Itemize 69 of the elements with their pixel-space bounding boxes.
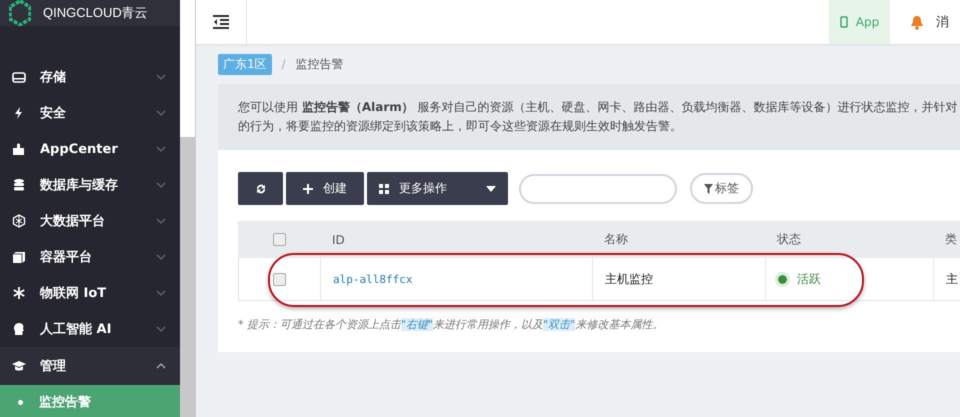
sidebar-item[interactable]: 物联网 IoT [0, 275, 180, 311]
bullet-icon [18, 400, 23, 404]
column-header: 名称 [604, 231, 628, 248]
sidebar-item[interactable]: AppCenter [0, 131, 180, 167]
refresh-button[interactable] [238, 172, 283, 205]
refresh-icon [254, 182, 266, 194]
select-all-checkbox[interactable] [272, 233, 286, 246]
search-field[interactable] [519, 174, 677, 204]
notifications-button[interactable]: 消 [890, 0, 960, 44]
scrollbar[interactable] [180, 0, 196, 417]
sidebar-item[interactable]: 人工智能 AI [0, 311, 180, 347]
drive-icon [12, 70, 26, 84]
filter-icon [704, 184, 713, 194]
breadcrumb-current: 监控告警 [296, 56, 344, 72]
sidebar-item[interactable]: 安全 [0, 95, 180, 131]
sidebar-item[interactable]: 管理 [0, 347, 180, 385]
sidebar-label: 人工智能 AI [40, 321, 112, 338]
box-icon [12, 250, 26, 264]
head-icon [12, 322, 26, 336]
hint-text: * 提示：可通过在各个资源上点击"右键"来进行常用操作，以及"双击"来修改基本属性。 [238, 317, 664, 332]
chevron-down-icon [156, 254, 166, 260]
sidebar-label: 存储 [40, 69, 67, 86]
row-checkbox[interactable] [273, 272, 286, 286]
scroll-thumb[interactable] [180, 137, 195, 417]
id-link[interactable]: alp-all8ffcx [333, 272, 412, 286]
sidebar-label: 容器平台 [40, 248, 93, 266]
sidebar-label: 数据库与缓存 [40, 176, 119, 194]
hexagon-icon [12, 214, 26, 228]
chevron-down-icon [156, 110, 166, 116]
menu-icon [212, 15, 230, 29]
brand-name: QINGCLOUD青云 [43, 4, 148, 22]
sidebar-item[interactable]: 大数据平台 [0, 203, 180, 239]
bell-icon [910, 14, 924, 30]
puzzle-icon [12, 142, 26, 156]
sidebar-item[interactable]: 数据库与缓存 [0, 167, 180, 203]
breadcrumb-separator: / [282, 57, 286, 71]
table-cell: 主机监控 [605, 270, 653, 288]
sidebar-item[interactable]: 存储 [0, 59, 180, 95]
caret-icon [486, 186, 496, 192]
notifications-label: 消 [936, 14, 949, 31]
logo-icon [9, 0, 31, 26]
status-text: 活跃 [797, 270, 821, 288]
graduation-cap-icon [12, 359, 26, 373]
sidebar-item[interactable]: 容器平台 [0, 239, 180, 275]
sidebar-label: 物联网 IoT [40, 285, 108, 302]
sidebar-label: AppCenter [40, 142, 119, 156]
chevron-down-icon [156, 290, 166, 296]
sidebar-label: 安全 [40, 104, 67, 122]
sidebar-label: 大数据平台 [40, 213, 106, 230]
column-header: 状态 [777, 231, 801, 248]
grid-icon [379, 184, 389, 194]
column-header: 类 [945, 231, 957, 248]
chevron-down-icon [156, 326, 166, 332]
database-icon [12, 178, 26, 192]
chevron-down-icon [156, 218, 166, 224]
snowflake-icon [12, 286, 26, 300]
sidebar-label: 管理 [40, 358, 67, 375]
chevron-up-icon [156, 363, 166, 369]
plus-icon [303, 184, 313, 194]
create-button[interactable]: 创建 [286, 172, 364, 205]
tag-filter-button[interactable]: 标签 [690, 173, 753, 204]
chevron-down-icon [156, 74, 166, 80]
info-text: 您可以使用 监控告警（Alarm） 服务对自己的资源（主机、硬盘、网卡、路由器、负载均衡器、数据库等设备）进行状态监控，并针对 的行为，将要监控的资源绑定到该策略上，即可令这些资源在规则生效时触发告警。 [238, 99, 959, 135]
column-header: ID [332, 232, 345, 246]
table-cell: 主 [946, 270, 958, 288]
chevron-down-icon [156, 182, 166, 188]
more-actions-button[interactable]: 更多操作 [367, 172, 508, 205]
phone-icon [840, 16, 848, 28]
chevron-down-icon [156, 146, 166, 152]
